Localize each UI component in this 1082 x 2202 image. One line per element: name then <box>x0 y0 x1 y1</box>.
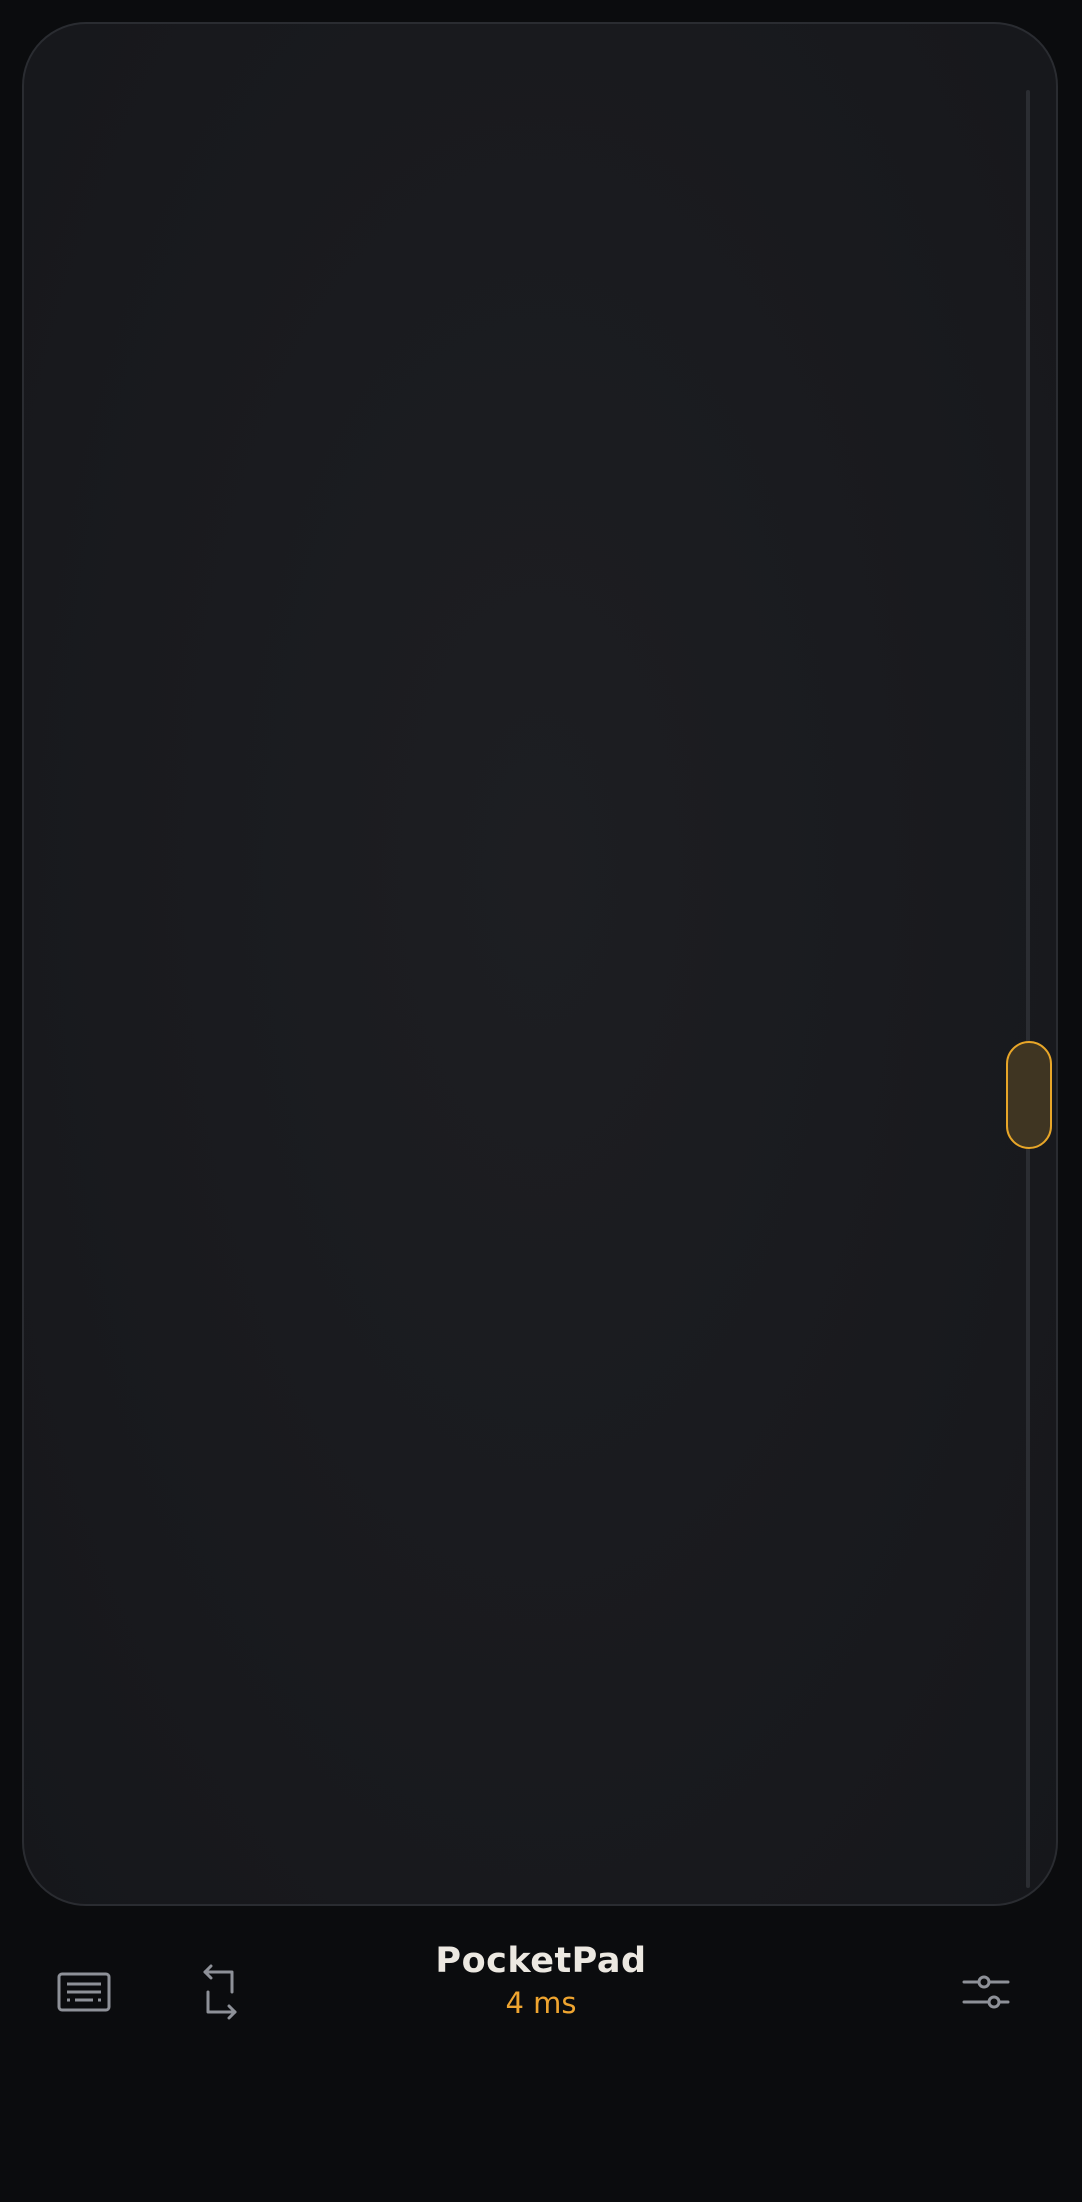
keyboard-icon <box>57 1972 111 2012</box>
sliders-icon <box>962 1971 1010 2013</box>
latency-readout: 4 ms <box>505 1986 577 2020</box>
scroll-track[interactable] <box>1026 90 1030 1888</box>
app-title: PocketPad <box>435 1941 647 1981</box>
touchpad-surface[interactable] <box>22 22 1058 1906</box>
settings-button[interactable] <box>950 1956 1022 2028</box>
title-block: PocketPad 4 ms <box>341 1940 741 2022</box>
scroll-thumb[interactable] <box>1006 1041 1052 1149</box>
rotate-icon <box>200 1964 240 2020</box>
bottom-toolbar: PocketPad 4 ms <box>0 1920 1082 2050</box>
rotate-button[interactable] <box>184 1956 256 2028</box>
pocketpad-app: PocketPad 4 ms <box>0 0 1082 2202</box>
keyboard-button[interactable] <box>48 1956 120 2028</box>
